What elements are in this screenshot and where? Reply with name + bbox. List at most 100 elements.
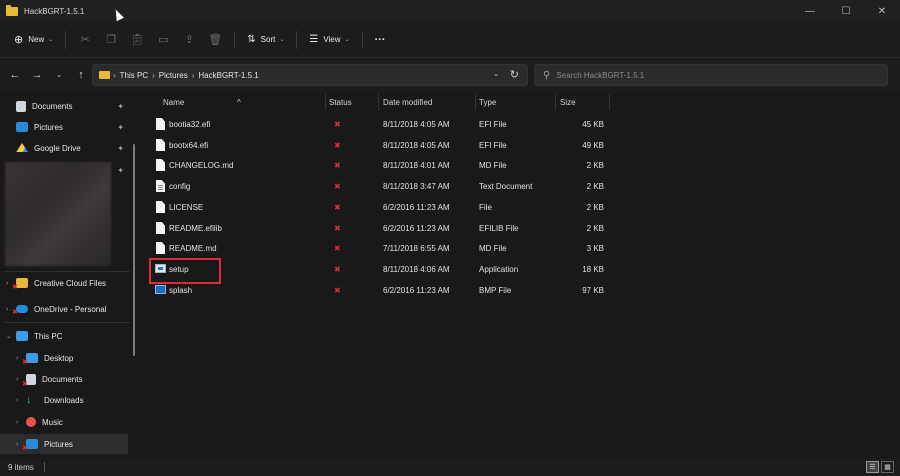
column-header-type[interactable]: Type [479,98,496,107]
column-divider[interactable] [325,94,326,110]
sidebar-item-documents-pc[interactable]: › ✖ Documents [0,369,130,389]
maximize-button[interactable]: ☐ [828,0,864,22]
column-header-date-modified[interactable]: Date modified [383,98,432,107]
column-divider[interactable] [378,94,379,110]
collapse-chevron-icon[interactable]: ⌄ [6,332,16,340]
sort-button[interactable]: ⇅ Sort ⌄ [241,28,290,52]
sidebar-item-documents[interactable]: Documents ✦ [0,96,130,116]
column-divider[interactable] [555,94,556,110]
expand-chevron-icon[interactable]: › [16,397,26,404]
sidebar-item-label: OneDrive - Personal [34,304,107,314]
file-name: README.md [169,244,217,253]
plus-circle-icon: ⊕ [14,34,24,46]
download-arrow-icon: ↓ [26,394,32,406]
sidebar-item-label: Documents [42,374,83,384]
view-button[interactable]: ☰ View ⌄ [303,28,355,52]
sidebar-item-pictures[interactable]: Pictures ✦ [0,117,130,137]
expand-chevron-icon[interactable]: › [16,419,26,426]
sync-error-icon: ✖ [334,120,341,129]
file-type: Application [479,265,519,274]
paste-icon[interactable]: 📋︎ [124,28,150,52]
cut-icon[interactable]: ✂ [72,28,98,52]
file-type: MD File [479,161,507,170]
minimize-button[interactable]: — [792,0,828,22]
sidebar-item-music[interactable]: › Music [0,412,130,432]
sidebar-item-google-drive[interactable]: Google Drive ✦ [0,138,130,158]
file-date: 7/11/2018 6:55 AM [383,244,450,253]
table-row[interactable]: CHANGELOG.md ✖ 8/11/2018 4:01 AM MD File… [148,155,608,175]
folder-icon [99,71,110,79]
table-row[interactable]: bootia32.efi ✖ 8/11/2018 4:05 AM EFI Fil… [148,114,608,134]
file-icon [156,118,165,130]
new-button[interactable]: ⊕ New ⌄ [8,28,59,52]
rename-icon[interactable]: ▭ [150,28,176,52]
sync-error-icon: ✖ [334,265,341,274]
file-type: MD File [479,244,507,253]
sidebar-item-pictures-pc[interactable]: › ✖ Pictures [0,434,128,454]
file-type: BMP File [479,286,512,295]
highlight-box [149,258,221,284]
breadcrumb-this-pc[interactable]: This PC [120,71,148,80]
sidebar-divider [4,271,130,272]
details-view-icon[interactable]: ☰ [866,461,879,473]
chevron-down-icon[interactable]: ⌄ [493,70,499,78]
sync-error-icon: ✖ [22,359,28,366]
forward-arrow-icon[interactable]: → [26,63,48,87]
close-button[interactable]: ✕ [864,0,900,22]
sync-error-icon: ✖ [22,380,28,388]
breadcrumb-separator: › [152,70,155,80]
column-header-size[interactable]: Size [560,98,576,107]
file-date: 8/11/2018 4:05 AM [383,141,450,150]
sidebar-item-label: Music [42,417,63,427]
table-row[interactable]: README.md ✖ 7/11/2018 6:55 AM MD File 3 … [148,238,608,258]
sync-error-icon: ✖ [334,182,341,191]
search-input[interactable] [556,70,857,80]
item-count: 9 items [8,462,34,472]
sort-ascending-icon: ^ [237,98,241,107]
search-box[interactable]: ⚲ [534,64,888,86]
sidebar-scrollbar[interactable] [133,144,135,356]
file-size: 18 KB [582,265,604,274]
onedrive-cloud-icon: ✖ [12,305,28,316]
more-options-button[interactable]: ··· [369,28,392,52]
navigation-pane: Documents ✦ Pictures ✦ Google Drive ✦ ✦ … [0,92,138,458]
toolbar-divider [65,30,67,49]
sidebar-item-desktop[interactable]: › ✖ Desktop [0,348,130,368]
file-size: 97 KB [582,286,604,295]
column-divider[interactable] [475,94,476,110]
file-icon [156,201,165,213]
recent-locations-chevron-icon[interactable]: ⌄ [48,63,70,87]
back-arrow-icon[interactable]: ← [4,63,26,87]
delete-icon[interactable]: 🗑︎ [202,28,228,52]
music-icon [26,417,36,427]
breadcrumb-current-folder[interactable]: HackBGRT-1.5.1 [198,71,258,80]
chevron-down-icon: ⌄ [344,37,350,43]
sidebar-item-onedrive-personal[interactable]: › ✖ OneDrive - Personal [0,299,130,319]
copy-icon[interactable]: ❐ [98,28,124,52]
sidebar-item-this-pc[interactable]: ⌄ This PC [0,326,130,346]
sidebar-item-creative-cloud-files[interactable]: › ✖ Creative Cloud Files [0,273,130,293]
table-row[interactable]: bootx64.efi ✖ 8/11/2018 4:05 AM EFI File… [148,135,608,155]
new-label: New [28,35,45,44]
column-divider[interactable] [609,94,610,110]
file-type: EFI File [479,141,507,150]
refresh-icon[interactable]: ↻ [510,68,519,81]
sidebar-item-downloads[interactable]: › ↓ Downloads [0,390,130,410]
command-bar: ⊕ New ⌄ ✂ ❐ 📋︎ ▭ ⇪ 🗑︎ ⇅ Sort ⌄ ☰ View ⌄ … [0,22,900,58]
table-row[interactable]: config ✖ 8/11/2018 3:47 AM Text Document… [148,176,608,196]
large-icons-view-icon[interactable]: ▦ [881,461,894,473]
column-header-name[interactable]: Name [163,98,184,107]
share-icon[interactable]: ⇪ [176,28,202,52]
sidebar-item-label: Pictures [44,439,73,449]
file-date: 6/2/2016 11:23 AM [383,286,450,295]
column-header-status[interactable]: Status [329,98,352,107]
breadcrumb-pictures[interactable]: Pictures [159,71,188,80]
table-row[interactable]: LICENSE ✖ 6/2/2016 11:23 AM File 2 KB [148,197,608,217]
status-divider [43,462,45,472]
table-row[interactable]: README.efilib ✖ 6/2/2016 11:23 AM EFILIB… [148,218,608,238]
file-name: CHANGELOG.md [169,161,234,170]
image-file-icon [155,285,166,294]
address-bar[interactable]: › This PC › Pictures › HackBGRT-1.5.1 ⌄ … [92,64,528,86]
up-arrow-icon[interactable]: ↑ [70,63,92,87]
window-controls: — ☐ ✕ [792,0,900,22]
